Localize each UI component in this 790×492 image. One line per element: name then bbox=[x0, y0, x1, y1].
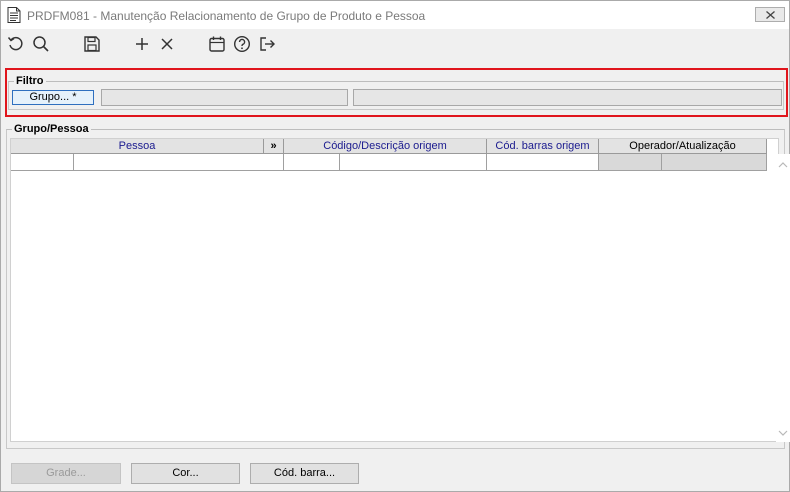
search-icon[interactable] bbox=[32, 35, 50, 53]
cell-codigo[interactable] bbox=[284, 154, 340, 171]
delete-icon[interactable] bbox=[158, 35, 176, 53]
close-icon bbox=[766, 11, 775, 19]
column-header-cod-barras[interactable]: Cód. barras origem bbox=[487, 139, 599, 154]
cell-descricao[interactable] bbox=[340, 154, 487, 171]
column-header-codigo-descricao[interactable]: Código/Descrição origem bbox=[284, 139, 487, 154]
close-button[interactable] bbox=[755, 7, 785, 22]
expand-columns-button[interactable]: » bbox=[264, 139, 284, 154]
toolbar bbox=[1, 29, 789, 59]
cell-pessoa-name[interactable] bbox=[74, 154, 284, 171]
column-header-operador[interactable]: Operador/Atualização bbox=[599, 139, 767, 154]
cell-atualizacao bbox=[662, 154, 767, 171]
cod-barra-button[interactable]: Cód. barra... bbox=[250, 463, 359, 484]
document-icon bbox=[7, 7, 21, 23]
grupo-button[interactable]: Grupo... * bbox=[12, 90, 94, 105]
column-header-pessoa[interactable]: Pessoa bbox=[11, 139, 264, 154]
grupo-pessoa-label: Grupo/Pessoa bbox=[12, 123, 91, 135]
grade-button[interactable]: Grade... bbox=[11, 463, 121, 484]
cell-pessoa-code[interactable] bbox=[11, 154, 74, 171]
window-title: PRDFM081 - Manutenção Relacionamento de … bbox=[27, 9, 426, 23]
calendar-icon[interactable] bbox=[208, 35, 226, 53]
vertical-scrollbar[interactable] bbox=[776, 154, 790, 442]
grupo-pessoa-grid[interactable]: Pessoa » Código/Descrição origem Cód. ba… bbox=[10, 138, 790, 442]
main-window: PRDFM081 - Manutenção Relacionamento de … bbox=[0, 0, 790, 492]
scroll-up-icon[interactable] bbox=[778, 160, 788, 170]
save-icon[interactable] bbox=[83, 35, 101, 53]
exit-icon[interactable] bbox=[258, 35, 276, 53]
undo-icon[interactable] bbox=[7, 35, 25, 53]
add-icon[interactable] bbox=[133, 35, 151, 53]
grupo-code-field[interactable] bbox=[101, 89, 348, 106]
cell-operador bbox=[599, 154, 662, 171]
cor-button[interactable]: Cor... bbox=[131, 463, 240, 484]
cell-cod-barras[interactable] bbox=[487, 154, 599, 171]
scroll-down-icon[interactable] bbox=[778, 428, 788, 438]
grupo-description-field[interactable] bbox=[353, 89, 782, 106]
filtro-label: Filtro bbox=[14, 75, 46, 87]
title-bar: PRDFM081 - Manutenção Relacionamento de … bbox=[1, 1, 789, 29]
help-icon[interactable] bbox=[233, 35, 251, 53]
